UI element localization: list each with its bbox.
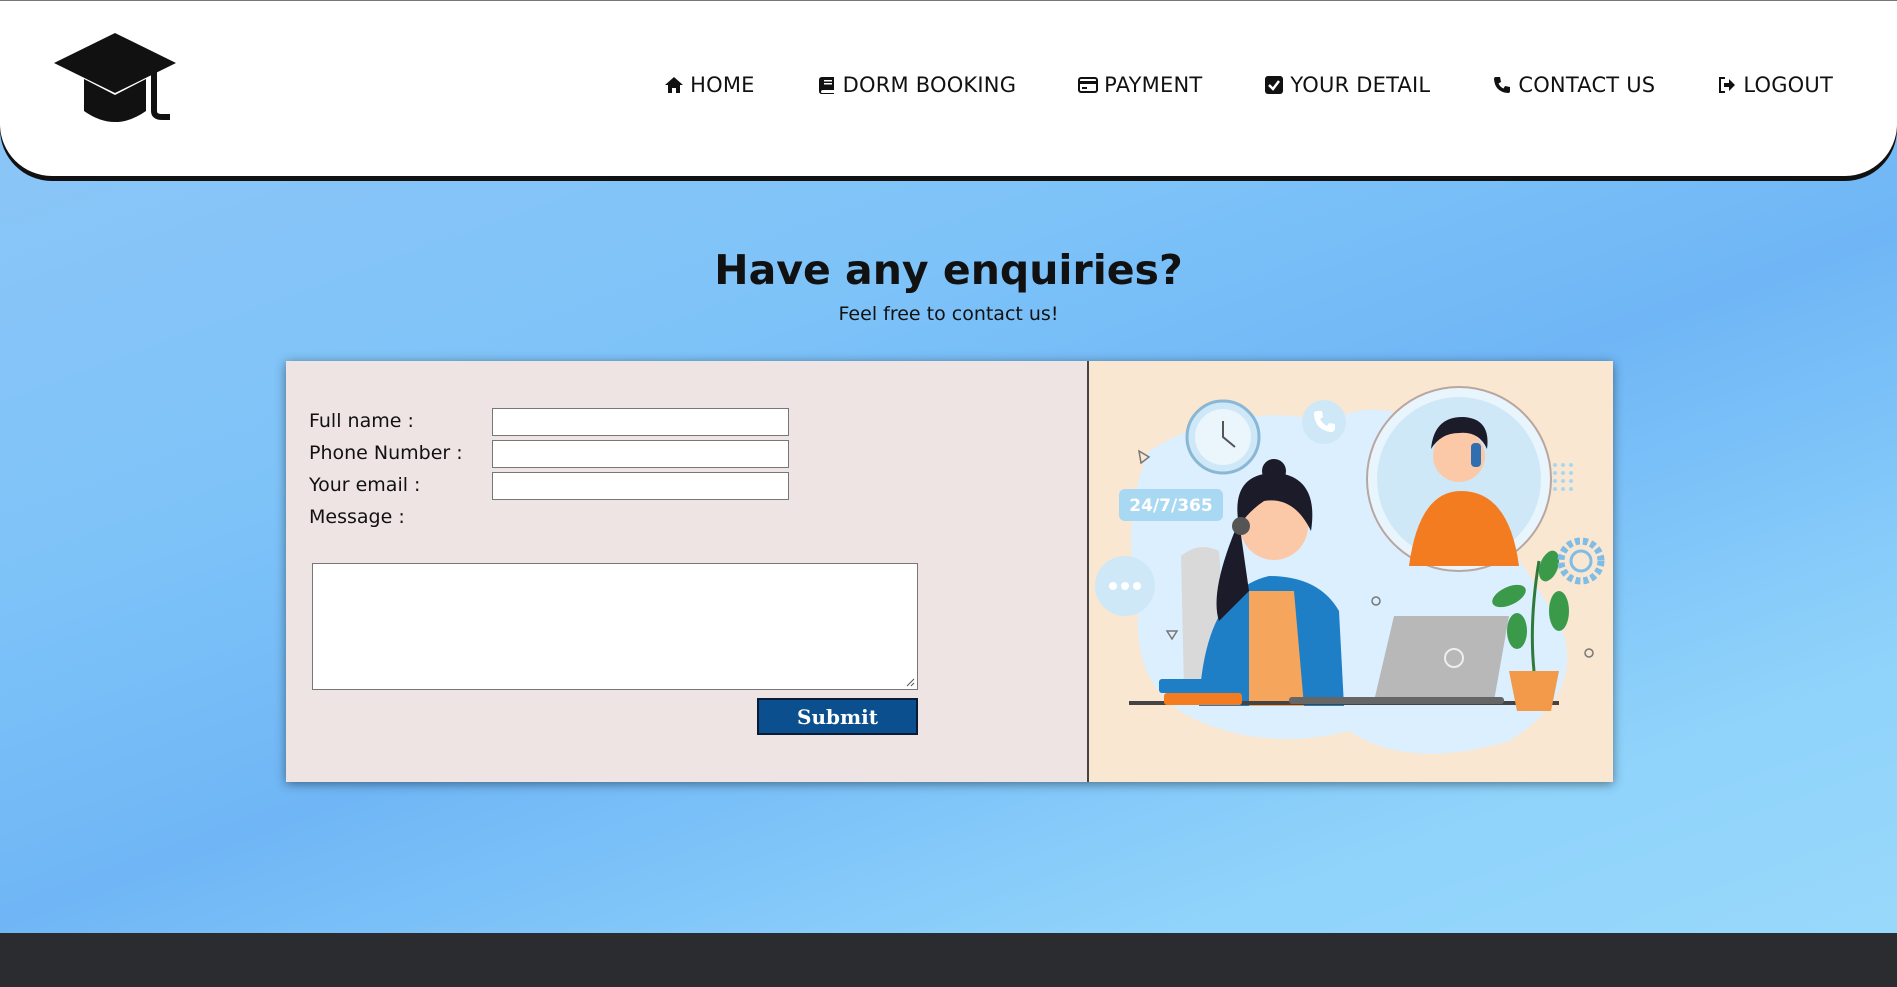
nav-contact-us-label: CONTACT US	[1518, 73, 1656, 97]
email-field[interactable]	[492, 472, 789, 500]
page-title: Have any enquiries?	[714, 246, 1183, 294]
credit-card-icon	[1078, 77, 1099, 93]
nav-logout[interactable]: LOGOUT	[1717, 73, 1833, 97]
nav-your-detail-label: YOUR DETAIL	[1290, 73, 1431, 97]
nav-home[interactable]: HOME	[664, 73, 755, 97]
nav-payment-label: PAYMENT	[1104, 73, 1203, 97]
message-textarea[interactable]	[312, 563, 918, 690]
nav-dorm-booking[interactable]: DORM BOOKING	[817, 73, 1017, 97]
contact-form: Full name : Phone Number : Your email : …	[286, 361, 1089, 782]
gear-icon	[1557, 537, 1605, 585]
message-label: Message :	[309, 506, 405, 528]
nav-dorm-booking-label: DORM BOOKING	[842, 73, 1017, 97]
email-label: Your email :	[309, 474, 421, 496]
customer-support-illustration: 24/7/365	[1095, 386, 1605, 754]
laptop-icon	[1374, 616, 1509, 701]
navbar: HOME DORM BOOKING PAYMENT YOUR DETAIL CO…	[0, 1, 1897, 176]
page-subtitle: Feel free to contact us!	[838, 303, 1059, 325]
resize-grip-icon[interactable]	[906, 678, 915, 687]
home-icon	[665, 77, 684, 93]
support-illustration: 24/7/365	[1089, 361, 1613, 782]
nav-home-label: HOME	[690, 73, 755, 97]
phone-label: Phone Number :	[309, 442, 463, 464]
badge-text: 24/7/365	[1129, 496, 1212, 516]
graduation-cap-icon[interactable]	[54, 33, 176, 125]
book-icon	[818, 77, 834, 94]
contact-card: Full name : Phone Number : Your email : …	[286, 361, 1613, 782]
fullname-field[interactable]	[492, 408, 789, 436]
submit-button[interactable]: Submit	[757, 698, 918, 735]
fullname-label: Full name :	[309, 410, 414, 432]
phone-bubble-icon	[1302, 400, 1346, 444]
nav-your-detail[interactable]: YOUR DETAIL	[1264, 73, 1430, 97]
plant-pot	[1509, 671, 1559, 711]
footer	[0, 933, 1897, 987]
nav-logout-label: LOGOUT	[1743, 73, 1833, 97]
main-nav: HOME DORM BOOKING PAYMENT YOUR DETAIL CO…	[602, 73, 1833, 97]
nav-payment[interactable]: PAYMENT	[1078, 73, 1202, 97]
phone-icon	[1494, 77, 1511, 93]
nav-contact-us[interactable]: CONTACT US	[1492, 73, 1655, 97]
phone-field[interactable]	[492, 440, 789, 468]
check-square-icon	[1265, 76, 1284, 94]
logout-icon	[1719, 77, 1736, 93]
